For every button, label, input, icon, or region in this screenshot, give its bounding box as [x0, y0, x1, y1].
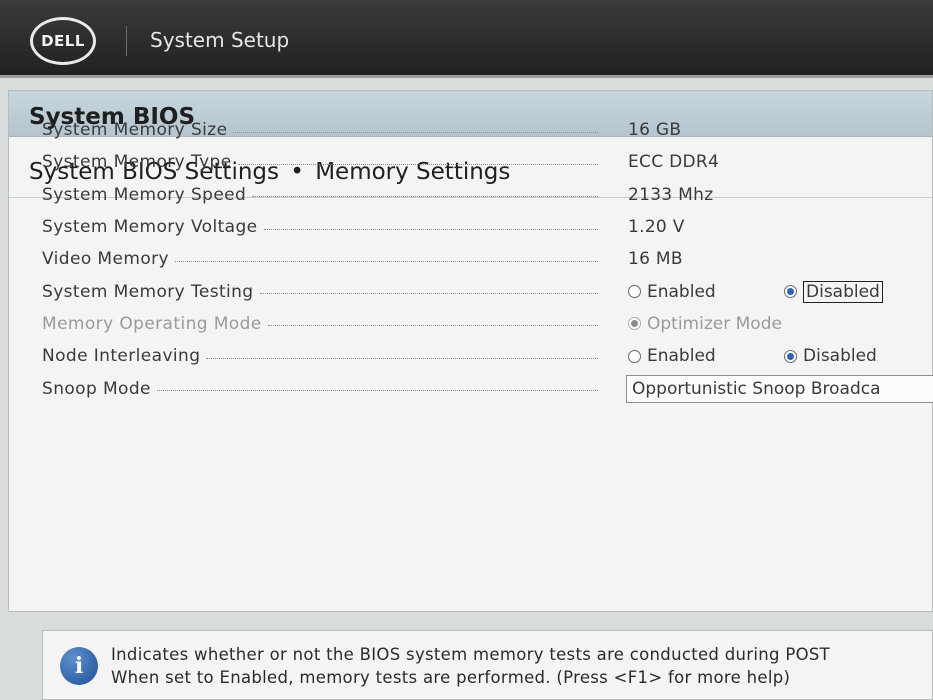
optimizer-mode-radio: Optimizer Mode [628, 314, 782, 334]
header-divider [126, 26, 127, 56]
node-interleaving-disabled-radio[interactable]: Disabled [784, 346, 877, 366]
setting-label: System Memory Voltage [42, 217, 258, 238]
setting-label: System Memory Type [42, 152, 232, 173]
node-interleaving-enabled-radio[interactable]: Enabled [628, 346, 716, 366]
memory-testing-enabled-radio[interactable]: Enabled [628, 282, 716, 302]
snoop-mode-select[interactable]: Opportunistic Snoop Broadca [626, 375, 933, 404]
leader-dots [259, 293, 598, 295]
radio-selected-icon [628, 317, 641, 331]
setting-value: 16 MB [628, 249, 683, 270]
radio-label: Enabled [647, 281, 716, 302]
radio-label: Optimizer Mode [647, 313, 782, 334]
leader-dots [237, 163, 598, 165]
setting-system-memory-voltage: System Memory Voltage 1.20 V [42, 211, 922, 243]
setting-value: 16 GB [628, 120, 682, 141]
help-line-1: Indicates whether or not the BIOS system… [111, 645, 831, 664]
leader-dots [156, 390, 598, 392]
leader-dots [233, 131, 598, 133]
setting-value: 2133 Mhz [628, 184, 714, 205]
leader-dots [267, 325, 598, 327]
leader-dots [174, 260, 598, 262]
setting-node-interleaving: Node Interleaving Enabled Disabled [42, 340, 922, 372]
radio-label: Disabled [803, 280, 883, 303]
radio-label: Enabled [647, 346, 716, 367]
setting-label: Video Memory [42, 249, 169, 270]
setting-label: Snoop Mode [42, 378, 151, 399]
setting-memory-operating-mode: Memory Operating Mode Optimizer Mode [42, 308, 922, 340]
leader-dots [263, 228, 598, 230]
help-box: i Indicates whether or not the BIOS syst… [42, 630, 933, 700]
radio-unselected-icon [628, 349, 641, 363]
operating-mode-radio-group: Optimizer Mode [628, 314, 782, 334]
setting-value: ECC DDR4 [628, 152, 720, 173]
setting-label: System Memory Speed [42, 184, 247, 205]
setting-system-memory-speed: System Memory Speed 2133 Mhz [42, 179, 922, 211]
setting-system-memory-type: System Memory Type ECC DDR4 [42, 146, 922, 178]
memory-testing-radio-group: Enabled Disabled [628, 280, 883, 303]
radio-selected-icon [784, 285, 797, 299]
setting-label: System Memory Testing [42, 281, 254, 302]
radio-label: Disabled [803, 346, 877, 367]
setting-video-memory: Video Memory 16 MB [42, 243, 922, 275]
top-bar: DELL System Setup [0, 0, 933, 78]
leader-dots [206, 357, 598, 359]
app-title: System Setup [150, 28, 290, 52]
radio-unselected-icon [628, 285, 641, 299]
node-interleaving-radio-group: Enabled Disabled [628, 346, 877, 366]
setting-label: Memory Operating Mode [42, 313, 262, 334]
setting-value: 1.20 V [628, 217, 685, 238]
setting-snoop-mode: Snoop Mode Opportunistic Snoop Broadca [42, 372, 933, 404]
setting-label: System Memory Size [42, 120, 228, 141]
help-line-2: When set to Enabled, memory tests are pe… [111, 668, 791, 687]
settings-list: System Memory Size 16 GB System Memory T… [42, 114, 933, 405]
dell-logo: DELL [30, 17, 96, 65]
radio-selected-icon [784, 349, 797, 363]
setting-label: Node Interleaving [42, 346, 201, 367]
setting-system-memory-size: System Memory Size 16 GB [42, 114, 922, 146]
leader-dots [252, 196, 598, 198]
info-icon: i [60, 647, 98, 685]
setting-system-memory-testing: System Memory Testing Enabled Disabled [42, 275, 922, 307]
memory-testing-disabled-radio[interactable]: Disabled [784, 280, 883, 303]
help-text: Indicates whether or not the BIOS system… [111, 643, 830, 689]
